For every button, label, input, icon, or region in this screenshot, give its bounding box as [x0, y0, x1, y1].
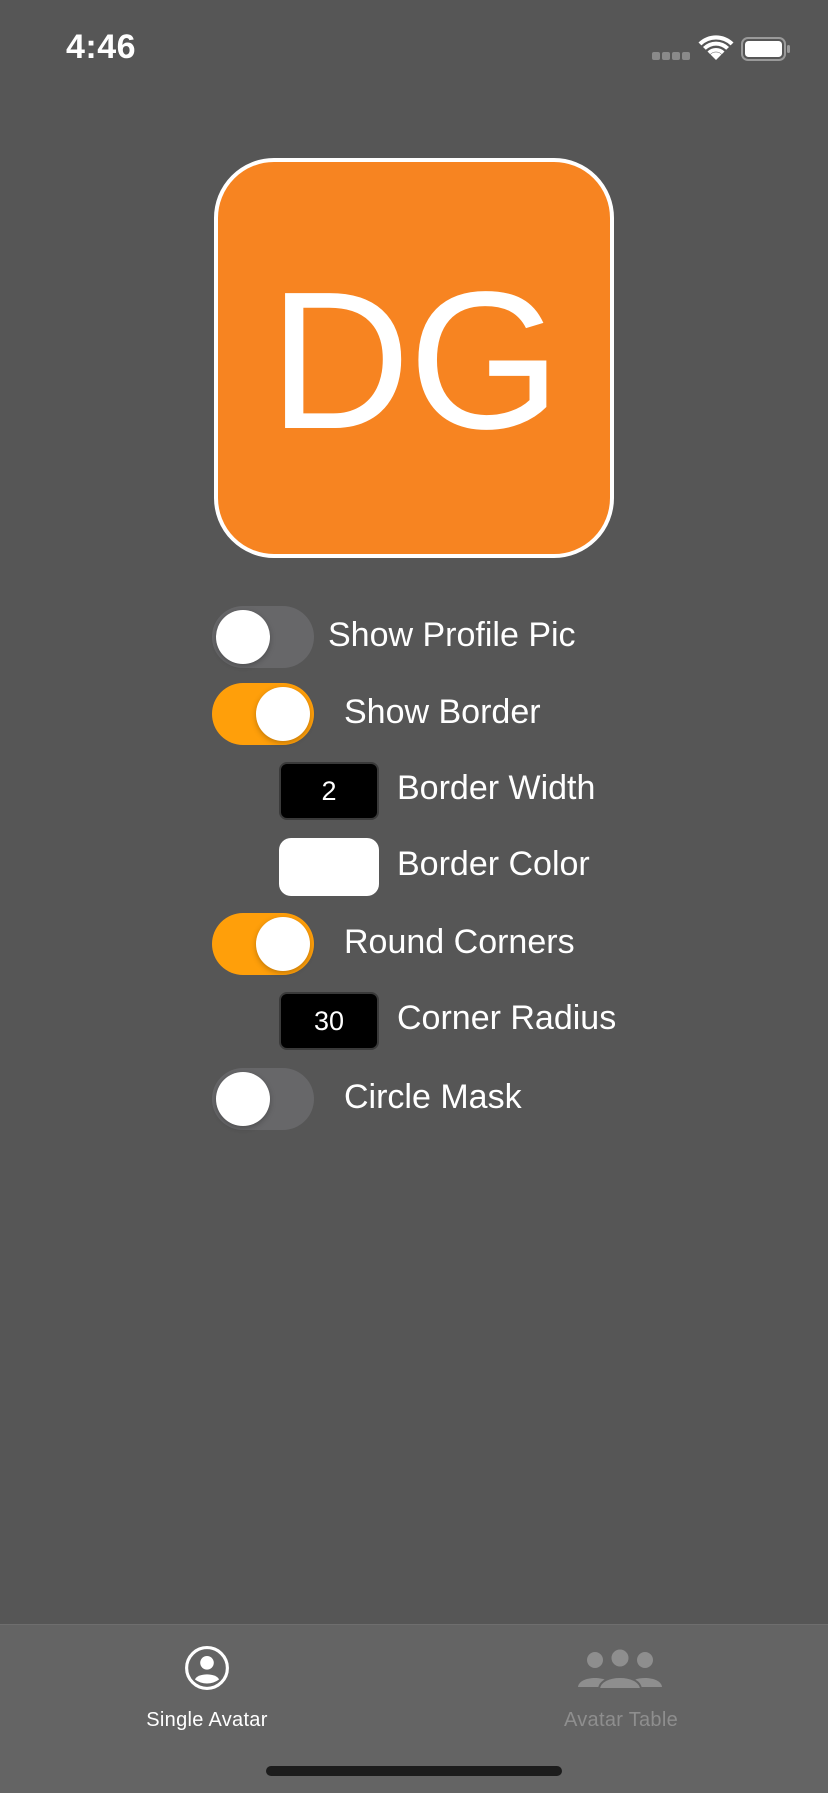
- show-border-toggle[interactable]: [212, 683, 314, 745]
- toggle-knob: [256, 917, 310, 971]
- avatar-preview: DG: [214, 158, 614, 558]
- border-width-label: Border Width: [397, 769, 596, 807]
- show-profile-pic-toggle[interactable]: [212, 606, 314, 668]
- battery-icon: [741, 37, 790, 61]
- border-color-well[interactable]: [279, 838, 379, 896]
- toggle-knob: [216, 1072, 270, 1126]
- show-border-label: Show Border: [344, 693, 541, 731]
- status-time: 4:46: [66, 28, 137, 66]
- tab-label-avatar-table: Avatar Table: [563, 1709, 679, 1731]
- circle-mask-label: Circle Mask: [344, 1078, 522, 1116]
- corner-radius-field[interactable]: 30: [279, 992, 379, 1050]
- show-profile-pic-label: Show Profile Pic: [328, 616, 576, 654]
- circle-mask-toggle[interactable]: [212, 1068, 314, 1130]
- toggle-knob: [256, 687, 310, 741]
- corner-radius-label: Corner Radius: [397, 999, 617, 1037]
- group-icon: [578, 1649, 662, 1690]
- avatar-initials: DG: [269, 251, 561, 470]
- border-width-field[interactable]: 2: [279, 762, 379, 820]
- tab-label-single-avatar: Single Avatar: [146, 1709, 268, 1731]
- wifi-icon: [698, 35, 734, 60]
- border-color-label: Border Color: [397, 845, 590, 883]
- round-corners-toggle[interactable]: [212, 913, 314, 975]
- round-corners-label: Round Corners: [344, 923, 575, 961]
- cellular-signal-icon: [652, 52, 692, 62]
- toggle-knob: [216, 610, 270, 664]
- status-bar: 4:46: [0, 0, 828, 100]
- home-indicator: [266, 1766, 562, 1776]
- person-circle-icon: [185, 1646, 229, 1690]
